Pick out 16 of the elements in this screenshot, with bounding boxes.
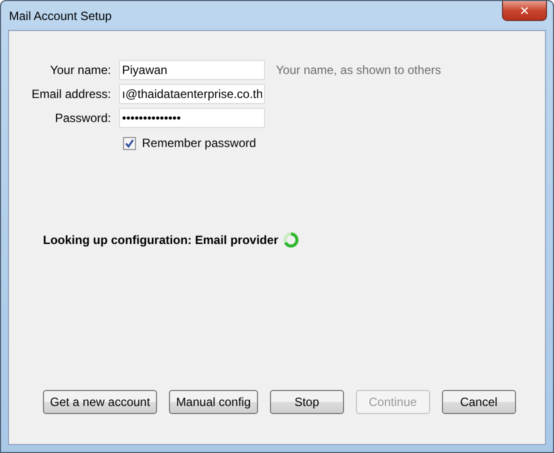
dialog-button[interactable]: Get a new account <box>43 390 158 414</box>
field-label: Your name: <box>49 63 112 77</box>
input-field[interactable]: •••••••••••••• <box>119 108 265 128</box>
field-hint: Your name, as shown to others <box>276 63 441 77</box>
remember-password-checkbox[interactable]: Remember password <box>123 136 256 150</box>
field-label: Password: <box>54 111 112 125</box>
input-field[interactable]: Piyawan <box>119 60 265 80</box>
dialog-button[interactable]: Manual config <box>169 390 258 414</box>
checkmark-icon <box>124 138 135 148</box>
close-button[interactable]: ✕ <box>502 1 547 21</box>
field-label: Email address: <box>30 87 112 101</box>
dialog-button[interactable]: Stop <box>270 390 344 414</box>
dialog-button[interactable]: Cancel <box>442 390 516 414</box>
input-field[interactable]: ı@thaidataenterprise.co.th <box>119 84 265 104</box>
status-message: Looking up configuration: Email provider <box>43 233 278 247</box>
window-title: Mail Account Setup <box>9 9 112 23</box>
